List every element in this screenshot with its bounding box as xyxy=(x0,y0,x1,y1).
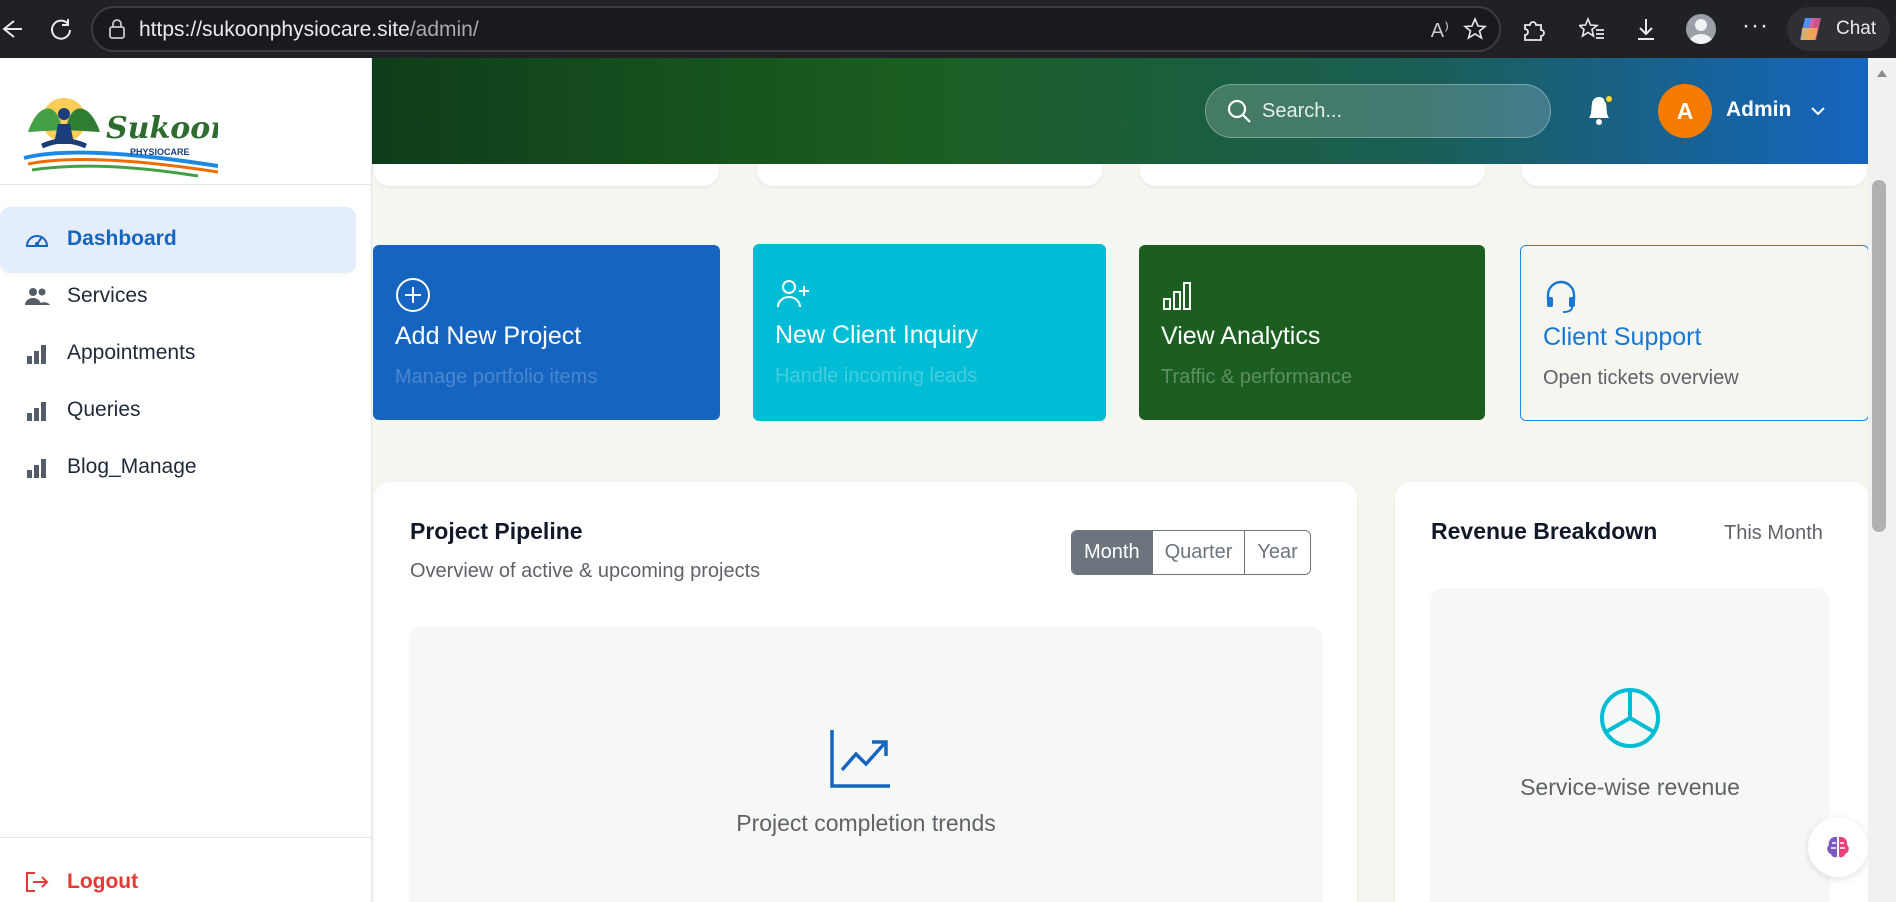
chart-placeholder: Project completion trends xyxy=(409,626,1323,902)
scroll-thumb[interactable] xyxy=(1872,180,1886,532)
plus-circle-icon xyxy=(396,278,430,312)
sidebar-item-label: Blog_Manage xyxy=(67,455,197,478)
lock-icon[interactable] xyxy=(107,19,127,39)
url-path: /admin/ xyxy=(409,18,479,41)
logo-text: Sukoon xyxy=(106,111,218,146)
bar-chart-icon xyxy=(27,402,46,421)
brain-icon xyxy=(1827,836,1849,858)
bar-chart-icon xyxy=(1163,282,1191,310)
card-title: Add New Project xyxy=(395,322,582,350)
chart-placeholder-label: Project completion trends xyxy=(736,810,996,836)
period-month-button[interactable]: Month xyxy=(1072,531,1153,574)
user-name: Admin xyxy=(1726,98,1792,121)
copilot-chat-button[interactable]: Chat xyxy=(1787,7,1890,51)
revenue-chart-placeholder: Service-wise revenue xyxy=(1430,588,1830,902)
copilot-icon xyxy=(1800,18,1821,40)
bar-chart-icon xyxy=(27,345,46,364)
logo[interactable]: Sukoon PHYSIOCARE xyxy=(18,80,232,190)
chevron-down-icon xyxy=(1811,107,1825,116)
sidebar-item-label: Appointments xyxy=(67,341,196,364)
sidebar-divider xyxy=(0,837,372,838)
profile-icon[interactable] xyxy=(1686,14,1716,44)
revenue-placeholder-label: Service-wise revenue xyxy=(1520,774,1740,800)
stat-card xyxy=(757,164,1102,186)
sidebar: Sukoon PHYSIOCARE Dashboard Services App… xyxy=(0,58,372,902)
add-new-project-card[interactable]: Add New Project Manage portfolio items xyxy=(373,245,720,420)
panel-title: Revenue Breakdown xyxy=(1431,518,1658,544)
notification-dot xyxy=(1604,94,1614,104)
search-box[interactable] xyxy=(1205,84,1551,138)
page-scrollbar[interactable] xyxy=(1868,58,1896,902)
revenue-breakdown-panel: Revenue Breakdown This Month Service-wis… xyxy=(1395,482,1869,902)
logout-label: Logout xyxy=(67,870,139,893)
browser-toolbar: https://sukoonphysiocare.site/admin/ A⁾ … xyxy=(0,0,1896,58)
reload-icon[interactable] xyxy=(48,16,74,42)
logout-icon xyxy=(26,872,49,892)
search-icon xyxy=(1227,99,1251,123)
gauge-icon xyxy=(25,235,49,247)
download-icon[interactable] xyxy=(1633,16,1659,42)
card-subtitle: Handle incoming leads xyxy=(775,365,978,387)
stat-card xyxy=(1522,164,1867,186)
extensions-icon[interactable] xyxy=(1520,16,1546,42)
scroll-up-arrow[interactable] xyxy=(1877,70,1887,77)
card-subtitle: Traffic & performance xyxy=(1161,366,1353,388)
sidebar-item-label: Queries xyxy=(67,398,141,421)
assistant-button[interactable] xyxy=(1808,817,1868,877)
period-quarter-button[interactable]: Quarter xyxy=(1152,531,1246,574)
new-client-inquiry-card[interactable]: New Client Inquiry Handle incoming leads xyxy=(753,244,1106,421)
card-subtitle: Manage portfolio items xyxy=(395,366,598,388)
stat-card xyxy=(374,164,719,186)
headset-icon xyxy=(1546,280,1576,313)
favorite-star-icon[interactable] xyxy=(1463,17,1487,41)
panel-title: Project Pipeline xyxy=(410,518,583,544)
card-subtitle: Open tickets overview xyxy=(1543,367,1739,389)
logout-button[interactable]: Logout xyxy=(0,864,300,902)
read-aloud-icon[interactable]: A⁾ xyxy=(1431,18,1449,43)
top-header: A Admin xyxy=(372,58,1868,164)
client-support-card[interactable]: Client Support Open tickets overview xyxy=(1520,245,1869,421)
notification-bell[interactable] xyxy=(1582,92,1616,128)
stat-card xyxy=(1140,164,1485,186)
period-toggle: Month Quarter Year xyxy=(1071,530,1311,575)
person-plus-icon xyxy=(777,280,809,308)
favorites-icon[interactable] xyxy=(1579,16,1605,42)
sidebar-divider xyxy=(0,184,372,185)
sidebar-item-label: Services xyxy=(67,284,148,307)
address-bar[interactable]: https://sukoonphysiocare.site/admin/ A⁾ xyxy=(91,6,1501,52)
users-icon xyxy=(25,288,50,305)
period-year-button[interactable]: Year xyxy=(1245,531,1310,574)
avatar: A xyxy=(1658,84,1712,138)
sidebar-item-label: Dashboard xyxy=(67,227,177,250)
revenue-period: This Month xyxy=(1724,522,1823,544)
back-icon[interactable] xyxy=(0,17,22,41)
url-host: https://sukoonphysiocare.site xyxy=(139,18,410,41)
view-analytics-card[interactable]: View Analytics Traffic & performance xyxy=(1139,245,1485,420)
bar-chart-icon xyxy=(27,459,46,478)
card-title: Client Support xyxy=(1543,323,1702,351)
url-text: https://sukoonphysiocare.site/admin/ xyxy=(139,18,479,42)
card-title: New Client Inquiry xyxy=(775,321,978,349)
trend-chart-icon xyxy=(830,730,890,788)
more-icon[interactable]: ··· xyxy=(1742,12,1769,40)
search-input[interactable] xyxy=(1262,97,1532,125)
pie-chart-icon xyxy=(1600,688,1660,748)
sidebar-item-blog-manage[interactable]: Blog_Manage xyxy=(0,435,356,501)
panel-subtitle: Overview of active & upcoming projects xyxy=(410,560,761,582)
logo-subtext: PHYSIOCARE xyxy=(130,147,190,157)
chat-label: Chat xyxy=(1836,18,1877,39)
user-menu[interactable]: A Admin xyxy=(1658,84,1838,138)
card-title: View Analytics xyxy=(1161,322,1321,350)
project-pipeline-panel: Project Pipeline Overview of active & up… xyxy=(374,482,1357,902)
